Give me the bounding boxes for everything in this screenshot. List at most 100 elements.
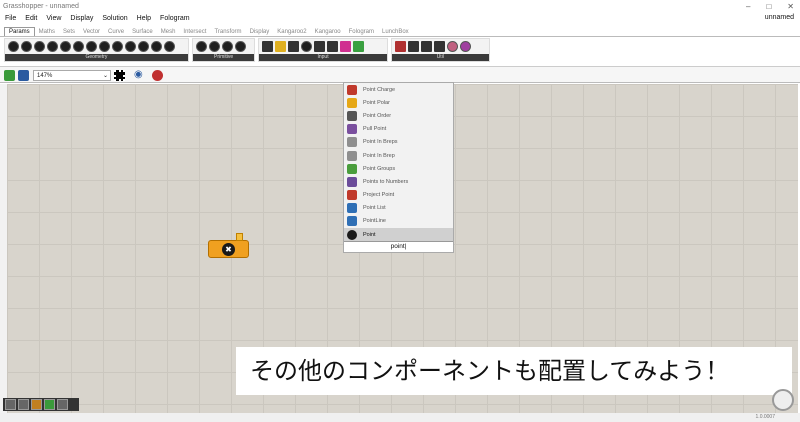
util-arrow-outline-icon[interactable] (433, 41, 445, 52)
project-point-icon (347, 190, 357, 201)
util-arrow-right-icon[interactable] (420, 41, 432, 52)
tab-transform[interactable]: Transform (210, 28, 245, 36)
param-brep-icon[interactable] (47, 41, 58, 52)
input-toggle-icon[interactable] (301, 41, 313, 52)
search-result-item[interactable]: Point Order (344, 109, 453, 122)
ribbon-group-label: Util (391, 54, 489, 61)
tab-params[interactable]: Params (4, 27, 35, 36)
tab-lunchbox[interactable]: LunchBox (378, 28, 413, 36)
search-result-label: Point List (363, 205, 386, 212)
param-text-icon[interactable] (234, 41, 246, 52)
input-panel-icon[interactable] (262, 41, 274, 52)
param-number-icon[interactable] (221, 41, 233, 52)
search-result-item[interactable]: Points to Numbers (344, 175, 453, 188)
param-point-icon[interactable] (151, 41, 162, 52)
document-name: unnamed (764, 14, 794, 21)
component-search-input[interactable]: point| (344, 241, 453, 252)
param-line-icon[interactable] (112, 41, 123, 52)
zoom-value: 147% (37, 73, 53, 79)
search-result-item-selected[interactable]: Point (344, 228, 453, 242)
tab-display[interactable]: Display (246, 28, 274, 36)
close-button[interactable]: ✕ (787, 2, 794, 11)
param-plane-icon[interactable] (138, 41, 149, 52)
open-file-icon[interactable] (4, 70, 15, 81)
menu-edit[interactable]: Edit (25, 15, 37, 22)
search-result-label: Point (363, 231, 376, 238)
search-result-item[interactable]: Point In Breps (344, 136, 453, 149)
param-integer-icon[interactable] (208, 41, 220, 52)
search-result-item[interactable]: Point Charge (344, 83, 453, 96)
point-component[interactable]: ✖ (208, 233, 249, 258)
ribbon-group-input: Input (258, 38, 388, 62)
menu-help[interactable]: Help (137, 15, 151, 22)
import-icon[interactable] (5, 399, 16, 410)
menu-display[interactable]: Display (70, 15, 93, 22)
param-field-icon[interactable] (73, 41, 84, 52)
menu-solution[interactable]: Solution (102, 15, 127, 22)
search-result-label: Point In Breps (363, 139, 398, 146)
input-gradient-icon[interactable] (353, 41, 365, 52)
ribbon-group-util: Util (390, 38, 490, 62)
param-curve-icon[interactable] (60, 41, 71, 52)
tab-kangaroo[interactable]: Kangaroo (311, 28, 345, 36)
tab-kangaroo2[interactable]: Kangaroo2 (273, 28, 310, 36)
tab-maths[interactable]: Maths (35, 28, 59, 36)
input-list-icon[interactable] (327, 41, 339, 52)
param-boolean-icon[interactable] (195, 41, 207, 52)
param-box-icon[interactable] (34, 41, 45, 52)
param-geometry-icon[interactable] (86, 41, 97, 52)
zoom-extents-icon[interactable] (114, 70, 125, 81)
search-result-label: Point Order (363, 112, 392, 119)
save-file-icon[interactable] (18, 70, 29, 81)
search-result-item[interactable]: Project Point (344, 189, 453, 202)
util-data-icon[interactable] (407, 41, 419, 52)
preview-eye-icon[interactable]: ◉ (134, 69, 143, 80)
tab-curve[interactable]: Curve (104, 28, 128, 36)
tab-surface[interactable]: Surface (128, 28, 157, 36)
sketch-pen-icon[interactable] (152, 70, 163, 81)
input-button-icon[interactable] (314, 41, 326, 52)
component-flag-icon (236, 233, 243, 241)
tab-fologram[interactable]: Fologram (345, 28, 378, 36)
input-graph-icon[interactable] (275, 41, 287, 52)
bake-icon[interactable] (44, 399, 55, 410)
param-mesh-icon[interactable] (125, 41, 136, 52)
tab-mesh[interactable]: Mesh (157, 28, 180, 36)
search-result-item[interactable]: Point Polar (344, 96, 453, 109)
tab-intersect[interactable]: Intersect (179, 28, 210, 36)
util-cherry-icon[interactable] (394, 41, 406, 52)
util-flask-icon[interactable] (459, 41, 471, 52)
search-result-item[interactable]: Pull Point (344, 123, 453, 136)
bottom-toolbar (3, 398, 79, 411)
zoom-select[interactable]: 147% ⌄ (33, 70, 111, 81)
param-arc-icon[interactable] (21, 41, 32, 52)
window-title: Grasshopper - unnamed (3, 2, 79, 10)
input-slider-icon[interactable] (288, 41, 300, 52)
pull-point-icon (347, 124, 357, 135)
component-search-popup: Point Charge Point Polar Point Order Pul… (343, 82, 454, 253)
recycle-icon[interactable] (57, 399, 68, 410)
maximize-button[interactable]: □ (766, 2, 771, 11)
param-circle-icon[interactable] (8, 41, 19, 52)
search-result-item[interactable]: PointLine (344, 215, 453, 228)
search-result-item[interactable]: Point In Brep (344, 149, 453, 162)
minimize-button[interactable]: – (746, 2, 750, 11)
point-charge-icon (347, 84, 357, 95)
search-result-label: PointLine (363, 218, 386, 225)
search-result-item[interactable]: Point Groups (344, 162, 453, 175)
cluster-icon[interactable] (18, 399, 29, 410)
search-result-item[interactable]: Point List (344, 202, 453, 215)
menu-fologram[interactable]: Fologram (160, 15, 190, 22)
navigation-dial-icon[interactable] (772, 389, 794, 411)
window-controls: – □ ✕ (746, 0, 794, 12)
param-surface-icon[interactable] (164, 41, 175, 52)
tab-vector[interactable]: Vector (79, 28, 104, 36)
menu-view[interactable]: View (46, 15, 61, 22)
util-potion-icon[interactable] (446, 41, 458, 52)
input-swatch-icon[interactable] (340, 41, 352, 52)
ribbon-group-label: Geometry (5, 54, 188, 61)
tab-sets[interactable]: Sets (59, 28, 79, 36)
gradient-icon[interactable] (31, 399, 42, 410)
param-group-icon[interactable] (99, 41, 110, 52)
menu-file[interactable]: File (5, 15, 16, 22)
